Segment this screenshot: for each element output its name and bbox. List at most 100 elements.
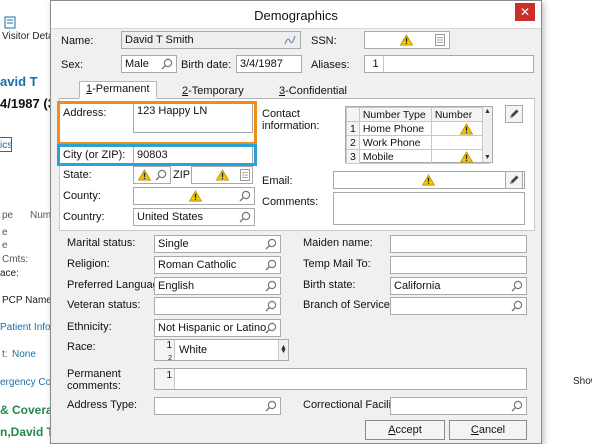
preferred-language-value: English (158, 280, 195, 292)
search-icon[interactable] (265, 280, 277, 292)
birth-state-field[interactable]: California (390, 277, 527, 295)
religion-value: Roman Catholic (158, 259, 237, 271)
number-type-cell[interactable]: Work Phone (358, 135, 432, 150)
contact-row[interactable]: 3 Mobile (346, 149, 490, 164)
patient-info-link[interactable]: Patient Info (0, 322, 51, 333)
none-value: None (12, 349, 36, 360)
sex-value: Male (125, 58, 149, 70)
number-type-cell[interactable]: Mobile (358, 149, 432, 164)
warning-icon (400, 34, 413, 46)
search-icon[interactable] (239, 211, 251, 223)
veteran-status-label: Veteran status: (67, 299, 141, 311)
tab-confidential[interactable]: 3-Confidential (279, 85, 347, 97)
veteran-status-field[interactable] (154, 297, 281, 315)
number-type-cell[interactable]: Home Phone (358, 121, 432, 136)
maiden-name-field[interactable] (390, 235, 527, 253)
preferred-language-field[interactable]: English (154, 277, 281, 295)
birth-state-label: Birth state: (303, 279, 356, 291)
contact-row[interactable]: 2 Work Phone (346, 135, 490, 150)
warning-icon (460, 123, 473, 135)
tab-temporary[interactable]: 2-Temporary (182, 85, 244, 97)
warning-icon (422, 174, 435, 186)
number-header: Number (430, 107, 490, 122)
marital-status-field[interactable]: Single (154, 235, 281, 253)
tab-permanent[interactable]: 1-Permanent (79, 81, 157, 99)
birth-date-value: 3/4/1987 (240, 58, 283, 70)
name-field[interactable]: David T Smith (121, 31, 301, 49)
ethnicity-value: Not Hispanic or Latino (158, 322, 267, 334)
dialog-title: Demographics (254, 8, 338, 23)
dialog-titlebar[interactable]: Demographics ✕ (51, 1, 541, 29)
search-icon[interactable] (511, 280, 523, 292)
number-cell[interactable] (430, 121, 490, 136)
race-row-numbers: 12 (155, 340, 175, 360)
ethnicity-label: Ethnicity: (67, 321, 112, 333)
pencil-icon (508, 108, 520, 120)
contact-scrollbar[interactable]: ▲ ▼ (482, 107, 492, 162)
marital-status-label: Marital status: (67, 237, 136, 249)
country-value: United States (137, 211, 204, 223)
edit-contact-button[interactable] (505, 105, 523, 123)
correctional-facility-field[interactable] (390, 397, 527, 415)
state-field[interactable] (133, 166, 171, 184)
scroll-down-arrow[interactable]: ▼ (483, 154, 492, 161)
search-icon[interactable] (265, 400, 277, 412)
edit-email-button[interactable] (505, 171, 523, 189)
search-icon[interactable] (511, 400, 523, 412)
temp-mail-to-label: Temp Mail To: (303, 258, 371, 270)
state-label: State: (63, 169, 92, 181)
search-icon[interactable] (265, 238, 277, 250)
race-field[interactable]: 12 White ▲ ▼ (154, 339, 289, 361)
race-label: Race: (67, 341, 96, 353)
patient-dob-fragment: 4/1987 (3 (0, 96, 55, 111)
religion-field[interactable]: Roman Catholic (154, 256, 281, 274)
address-type-field[interactable] (154, 397, 281, 415)
bg-text: e (2, 227, 8, 238)
search-icon[interactable] (265, 300, 277, 312)
aliases-field[interactable]: 1 (364, 55, 534, 73)
sex-label: Sex: (61, 59, 84, 71)
country-field[interactable]: United States (133, 208, 255, 226)
cancel-button[interactable]: Cancel (449, 420, 527, 440)
permanent-comments-field[interactable]: 1 (154, 368, 527, 390)
city-highlight (57, 144, 257, 166)
close-button[interactable]: ✕ (515, 3, 535, 21)
warning-icon (138, 169, 151, 181)
search-icon[interactable] (155, 169, 167, 181)
contact-grid[interactable]: Number Type Number 1 Home Phone 2 Work P… (345, 106, 493, 164)
aliases-label: Aliases: (311, 59, 350, 71)
ssn-field[interactable] (364, 31, 450, 49)
correctional-facility-label: Correctional Facility: (303, 399, 403, 411)
comments-field[interactable] (333, 192, 525, 225)
search-icon[interactable] (265, 322, 277, 334)
search-icon[interactable] (161, 58, 173, 70)
show-label[interactable]: Show (573, 376, 592, 387)
scroll-down-arrow[interactable]: ▼ (279, 344, 288, 360)
contact-row[interactable]: 1 Home Phone (346, 121, 490, 136)
scroll-up-arrow[interactable]: ▲ (483, 108, 492, 115)
branch-of-service-field[interactable] (390, 297, 527, 315)
search-icon[interactable] (239, 190, 251, 202)
email-field[interactable] (333, 171, 525, 189)
aliases-count: 1 (368, 56, 384, 72)
zip-field[interactable] (191, 166, 253, 184)
race-scrollbar[interactable]: ▲ ▼ (278, 340, 288, 360)
background-link-fragment[interactable]: ics (0, 140, 12, 151)
visitor-detail-icon[interactable] (4, 16, 16, 32)
birth-date-field[interactable]: 3/4/1987 (236, 55, 302, 73)
preferred-language-label: Preferred Language: (67, 279, 168, 291)
document-icon[interactable] (240, 169, 250, 181)
county-field[interactable] (133, 187, 255, 205)
signature-icon[interactable] (284, 34, 296, 46)
number-cell[interactable] (430, 149, 490, 164)
name-label: Name: (61, 35, 94, 47)
number-cell[interactable] (430, 135, 490, 150)
temp-mail-to-field[interactable] (390, 256, 527, 274)
search-icon[interactable] (511, 300, 523, 312)
search-icon[interactable] (265, 259, 277, 271)
marital-status-value: Single (158, 238, 189, 250)
document-icon[interactable] (435, 34, 445, 46)
sex-field[interactable]: Male (121, 55, 177, 73)
accept-button[interactable]: Accept (365, 420, 445, 440)
ethnicity-field[interactable]: Not Hispanic or Latino (154, 319, 281, 337)
